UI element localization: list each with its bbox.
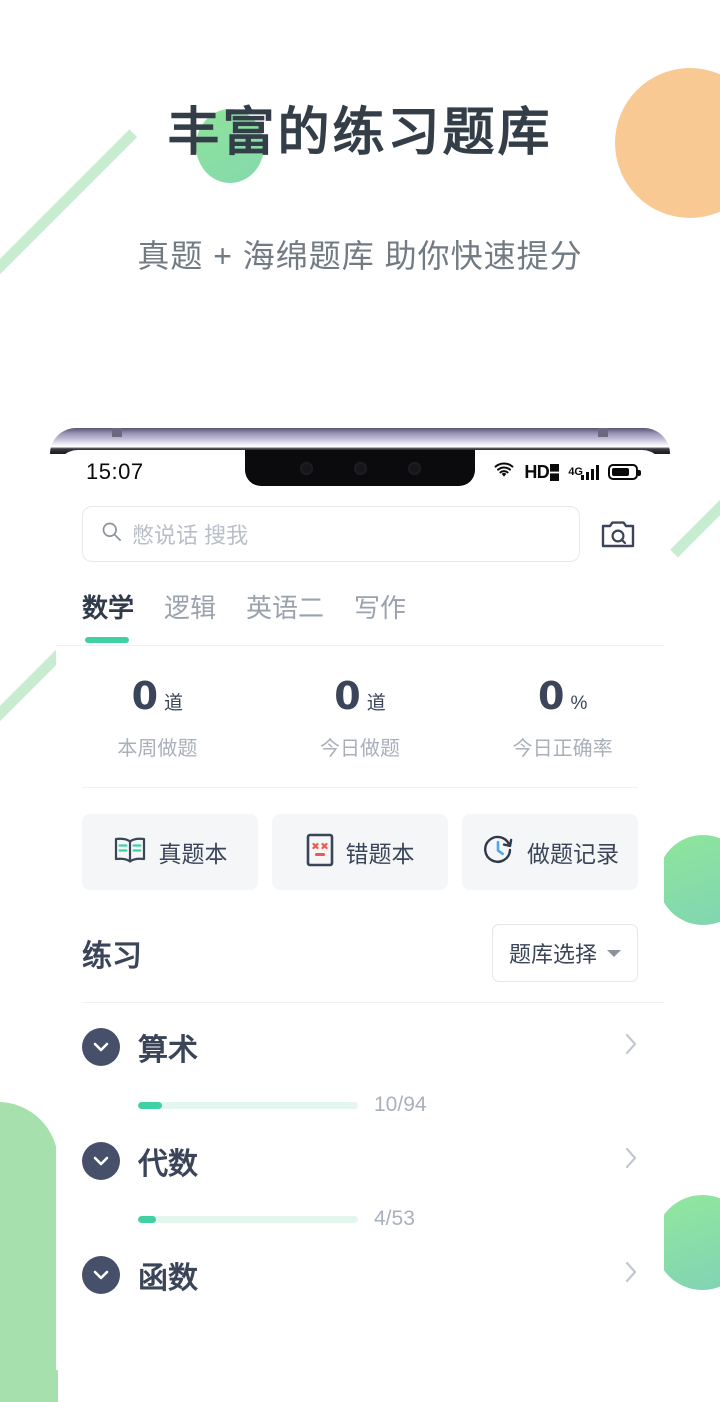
stat-today-questions: 0 道 今日做题 [259, 674, 462, 761]
chevron-down-circle-icon[interactable] [82, 1256, 120, 1294]
stat-week-questions: 0 道 本周做题 [56, 674, 259, 761]
practice-list: 算术 10/94 代数 4/53 函数 [56, 1003, 664, 1297]
stat-label: 今日做题 [320, 738, 400, 760]
wrong-answer-paper-icon [306, 833, 334, 872]
qbank-label: 题库选择 [508, 942, 597, 967]
progress-count: 10/94 [374, 1093, 427, 1116]
chapter-name: 算术 [138, 1034, 198, 1067]
decorative-diagonal-line-right [670, 457, 720, 558]
page-title: 丰富的练习题库 [167, 104, 553, 162]
sensor-icon [353, 461, 367, 475]
action-label: 真题本 [158, 841, 228, 867]
camera-search-icon[interactable] [598, 514, 638, 554]
chevron-down-circle-icon[interactable] [82, 1028, 120, 1066]
real-exam-book-button[interactable]: 真题本 [82, 814, 258, 890]
search-input[interactable]: 憋说话 搜我 [82, 506, 580, 562]
progress-count: 4/53 [374, 1207, 415, 1230]
practice-header: 练习 题库选择 [56, 890, 664, 1002]
quick-actions: 真题本 错题本 做题记录 [56, 788, 664, 890]
tab-logic[interactable]: 逻辑 [164, 588, 216, 645]
phone-mockup: 15:07 HD 4G 憋说话 搜我 数学 逻辑 英语二 写作 0 道 本周做题… [50, 428, 670, 1370]
chevron-right-icon[interactable] [624, 1260, 638, 1291]
tab-writing[interactable]: 写作 [354, 588, 406, 645]
battery-icon [608, 464, 641, 480]
progress-bar [138, 1215, 358, 1223]
wrong-answer-book-button[interactable]: 错题本 [272, 814, 448, 890]
chevron-right-icon[interactable] [624, 1146, 638, 1177]
front-camera-icon [299, 461, 313, 475]
search-placeholder: 憋说话 搜我 [132, 523, 249, 548]
hd-voice-icon: HD [524, 462, 560, 483]
clock-history-icon [481, 833, 515, 872]
status-icons: HD 4G [493, 461, 641, 484]
practice-section-title: 练习 [82, 940, 142, 973]
chevron-right-icon[interactable] [624, 1032, 638, 1063]
search-icon [101, 521, 122, 547]
phone-notch [245, 450, 475, 486]
progress-fill [138, 1101, 163, 1109]
chapter-name: 函数 [138, 1262, 198, 1295]
stat-unit: 道 [164, 693, 184, 714]
page-subtitle: 真题 + 海绵题库 助你快速提分 [137, 238, 583, 274]
action-label: 错题本 [345, 841, 415, 867]
bezel-antenna-left [112, 428, 122, 437]
progress-fill [138, 1215, 156, 1223]
stat-unit: % [570, 693, 588, 714]
action-label: 做题记录 [527, 841, 619, 867]
question-bank-select-button[interactable]: 题库选择 [491, 924, 638, 982]
chevron-down-icon [607, 949, 621, 957]
list-item[interactable]: 代数 4/53 [82, 1117, 638, 1231]
promo-header: 丰富的练习题库 真题 + 海绵题库 助你快速提分 [0, 90, 720, 277]
stat-today-accuracy: 0 % 今日正确率 [461, 674, 664, 761]
bezel-antenna-right [598, 428, 608, 437]
stat-label: 今日正确率 [512, 738, 613, 760]
tab-math[interactable]: 数学 [82, 588, 134, 645]
wifi-icon [493, 461, 515, 484]
list-item[interactable]: 函数 [82, 1231, 638, 1297]
search-row: 憋说话 搜我 [56, 494, 664, 562]
chevron-down-circle-icon[interactable] [82, 1142, 120, 1180]
stat-value: 0 [131, 674, 159, 718]
stat-label: 本周做题 [117, 738, 198, 760]
stat-unit: 道 [366, 693, 386, 714]
open-book-icon [113, 835, 147, 870]
phone-screen: 15:07 HD 4G 憋说话 搜我 数学 逻辑 英语二 写作 0 道 本周做题… [56, 450, 664, 1370]
earpiece-icon [407, 461, 421, 475]
tab-english2[interactable]: 英语二 [246, 588, 324, 645]
stats-row: 0 道 本周做题 0 道 今日做题 0 % 今日正确率 [56, 646, 664, 787]
subject-tabs: 数学 逻辑 英语二 写作 [56, 562, 664, 645]
stat-value: 0 [538, 674, 565, 718]
status-time: 15:07 [86, 459, 144, 484]
list-item[interactable]: 算术 10/94 [82, 1003, 638, 1117]
practice-history-button[interactable]: 做题记录 [462, 814, 638, 890]
stat-value: 0 [334, 674, 361, 718]
signal-4g-icon: 4G [568, 464, 599, 480]
progress-bar [138, 1101, 358, 1109]
chapter-name: 代数 [138, 1148, 198, 1181]
